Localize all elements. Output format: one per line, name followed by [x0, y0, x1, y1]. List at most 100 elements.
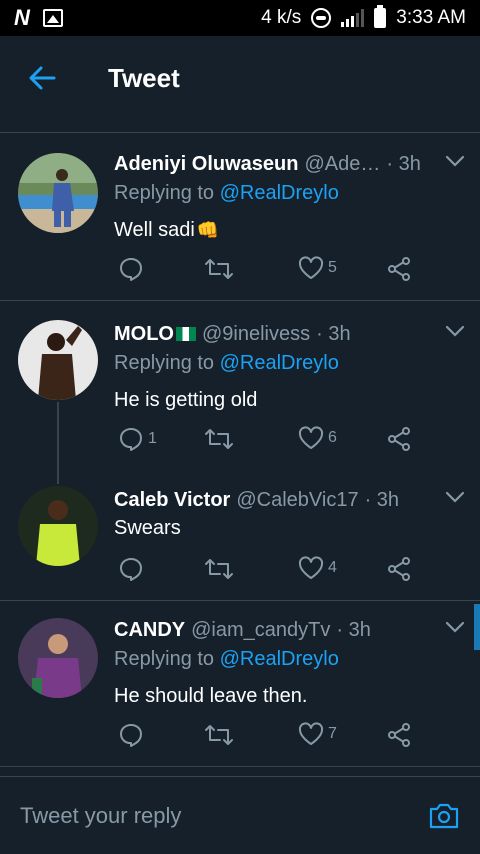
tweet-item[interactable]: Caleb Victor @CalebVic17 · 3h Swears 4 — [0, 486, 480, 596]
chevron-down-icon[interactable] — [444, 486, 466, 513]
header-divider — [0, 132, 480, 133]
share-button[interactable] — [386, 256, 412, 282]
like-button[interactable]: 6 — [298, 426, 337, 450]
tweet-item[interactable]: CANDY @iam_candyTv · 3h Replying to @Rea… — [0, 616, 480, 766]
divider — [0, 766, 480, 767]
top-app-bar: Tweet — [0, 36, 480, 120]
share-button[interactable] — [386, 556, 412, 582]
handle: @CalebVic17 — [236, 488, 359, 511]
battery-icon — [374, 5, 387, 28]
replying-to-link[interactable]: @RealDreylo — [220, 182, 339, 204]
handle: @9inelivess — [202, 322, 311, 345]
heart-icon — [298, 426, 324, 449]
reply-composer — [0, 777, 480, 854]
page-title: Tweet — [108, 62, 180, 93]
tweet-item[interactable]: MOLO @9inelivess · 3h Replying to @RealD… — [0, 320, 480, 470]
like-count: 7 — [328, 725, 337, 742]
retweet-icon — [205, 429, 233, 449]
timestamp: · 3h — [316, 322, 351, 345]
retweet-icon — [205, 259, 233, 279]
tweet-text-content: Well sadi — [114, 218, 195, 241]
tweet-text: He is getting old — [114, 386, 466, 414]
chevron-down-icon[interactable] — [444, 320, 466, 347]
reply-button[interactable]: 1 — [118, 426, 157, 452]
reply-icon — [120, 258, 142, 281]
retweet-button[interactable] — [204, 556, 234, 582]
divider — [0, 600, 480, 601]
share-icon — [388, 257, 410, 281]
replying-to: Replying to @RealDreylo — [114, 352, 466, 380]
like-button[interactable]: 4 — [298, 556, 337, 580]
share-button[interactable] — [386, 722, 412, 748]
reply-icon — [120, 724, 142, 747]
data-saver-icon — [311, 8, 332, 28]
reply-button[interactable] — [118, 256, 148, 282]
avatar[interactable] — [18, 320, 98, 400]
tweet-actions: 7 — [114, 722, 414, 750]
fist-emoji: 👊 — [196, 219, 220, 240]
tweet-actions: 4 — [114, 556, 414, 584]
reply-count: 1 — [148, 430, 157, 447]
reply-icon — [120, 558, 142, 581]
like-button[interactable]: 5 — [298, 256, 337, 280]
reply-input[interactable] — [20, 802, 428, 829]
retweet-button[interactable] — [204, 722, 234, 748]
tweet-text: He should leave then. — [114, 682, 466, 710]
handle: @iam_candyTv — [191, 618, 331, 641]
avatar[interactable] — [18, 618, 98, 698]
timestamp: · 3h — [364, 488, 400, 511]
divider — [0, 300, 480, 301]
reply-button[interactable] — [118, 722, 148, 748]
camera-icon[interactable] — [428, 802, 460, 830]
back-arrow-icon[interactable] — [28, 64, 56, 92]
display-name[interactable]: Adeniyi Oluwaseun — [114, 153, 298, 176]
reply-icon — [120, 428, 142, 451]
handle: @Ade… — [304, 152, 381, 175]
heart-icon — [298, 256, 324, 279]
status-bar: N 4 k/s 3:33 AM — [0, 0, 480, 36]
n-app-icon: N — [14, 5, 30, 30]
avatar[interactable] — [18, 486, 98, 566]
tweet-text-content: He is getting old — [114, 388, 258, 411]
retweet-icon — [205, 725, 233, 745]
net-speed: 4 k/s — [261, 7, 302, 28]
share-button[interactable] — [386, 426, 412, 452]
clock: 3:33 AM — [396, 7, 466, 28]
tweet-actions: 1 6 — [114, 426, 414, 454]
display-name[interactable]: Caleb Victor — [114, 489, 230, 512]
replying-prefix: Replying to — [114, 182, 215, 204]
like-button[interactable]: 7 — [298, 722, 337, 746]
like-count: 6 — [328, 429, 337, 446]
share-icon — [388, 723, 410, 747]
display-name[interactable]: CANDY — [114, 619, 185, 642]
retweet-button[interactable] — [204, 426, 234, 452]
replying-to-link[interactable]: @RealDreylo — [220, 648, 339, 670]
image-icon — [42, 9, 63, 27]
tweet-text: Well sadi 👊 — [114, 216, 466, 244]
tweet-text-content: He should leave then. — [114, 684, 308, 707]
like-count: 5 — [328, 259, 337, 276]
like-count: 4 — [328, 559, 337, 576]
retweet-button[interactable] — [204, 256, 234, 282]
tweet-text: Swears — [114, 514, 466, 542]
retweet-icon — [205, 559, 233, 579]
chevron-down-icon[interactable] — [444, 150, 466, 177]
heart-icon — [298, 556, 324, 579]
avatar[interactable] — [18, 153, 98, 233]
replying-prefix: Replying to — [114, 352, 215, 374]
timestamp: · 3h — [336, 618, 371, 641]
reply-button[interactable] — [118, 556, 148, 582]
display-name[interactable]: MOLO — [114, 323, 174, 346]
replying-to-link[interactable]: @RealDreylo — [220, 352, 339, 374]
timestamp: · 3h — [386, 152, 421, 175]
replying-to: Replying to @RealDreylo — [114, 648, 466, 676]
replying-prefix: Replying to — [114, 648, 215, 670]
chevron-down-icon[interactable] — [444, 616, 466, 643]
tweet-actions: 5 — [114, 256, 414, 284]
tweet-item[interactable]: Adeniyi Oluwaseun @Ade… · 3h Replying to… — [0, 150, 480, 300]
replying-to: Replying to @RealDreylo — [114, 182, 466, 210]
nigeria-flag-icon — [176, 327, 196, 341]
share-icon — [388, 427, 410, 451]
tweet-text-content: Swears — [114, 516, 181, 539]
share-icon — [388, 557, 410, 581]
